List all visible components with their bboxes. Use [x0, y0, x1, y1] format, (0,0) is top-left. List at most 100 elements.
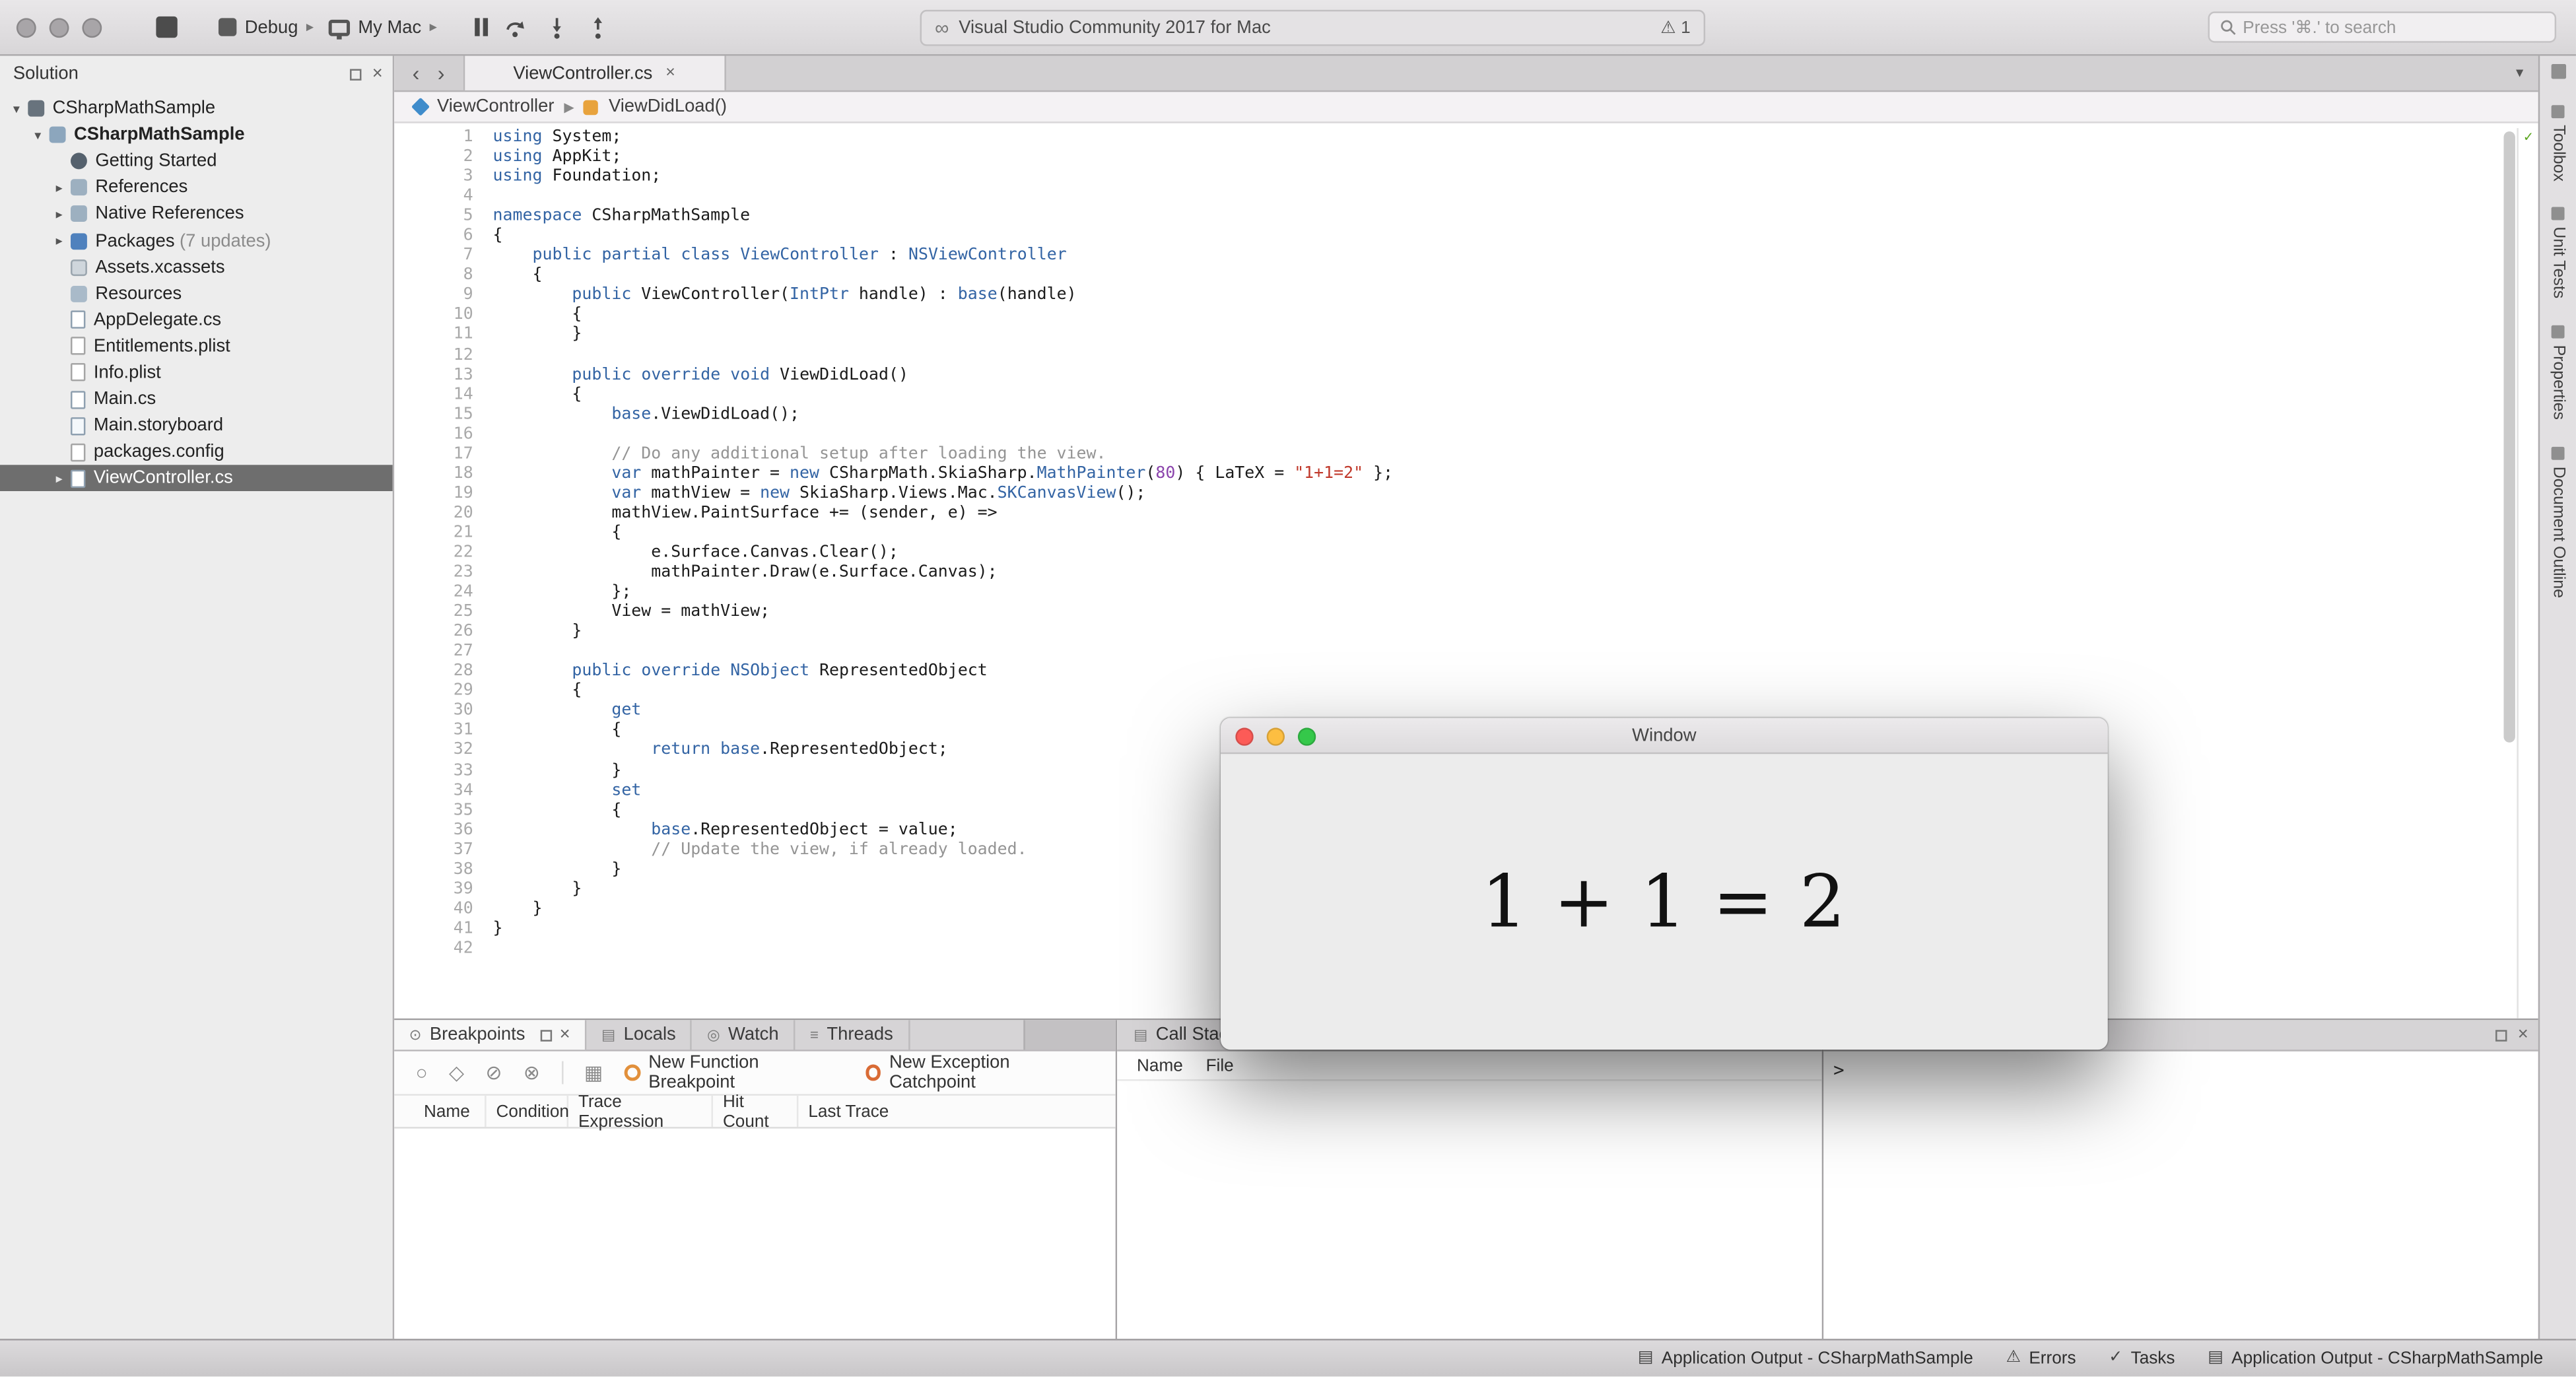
code-line[interactable]: // Do any additional setup after loading… [493, 445, 2502, 465]
tab-unit-tests[interactable]: Unit Tests [2549, 207, 2567, 299]
code-line[interactable]: { [493, 683, 2502, 702]
remove-breakpoint-icon[interactable]: ⊗ [524, 1063, 540, 1083]
code-line[interactable]: var mathView = new SkiaSharp.Views.Mac.S… [493, 485, 2502, 504]
breadcrumb-class[interactable]: ViewController [437, 97, 555, 117]
tree-item-appdelegate-cs[interactable]: AppDelegate.cs [0, 307, 393, 333]
pause-button[interactable] [475, 18, 489, 36]
close-icon[interactable]: × [372, 64, 383, 83]
code-line[interactable]: using Foundation; [493, 168, 2502, 187]
column-header[interactable]: Name [1137, 1056, 1206, 1075]
tab-watch[interactable]: ◎ Watch [693, 1020, 796, 1050]
tree-item-resources[interactable]: Resources [0, 281, 393, 307]
zoom-window-button[interactable] [1297, 727, 1316, 745]
code-line[interactable]: public override NSObject RepresentedObje… [493, 663, 2502, 683]
application-output-button[interactable]: ▤ Application Output - CSharpMathSample [1638, 1349, 1973, 1368]
code-line[interactable]: View = mathView; [493, 603, 2502, 623]
tree-item-csharpmathsample[interactable]: ▾ CSharpMathSample [0, 95, 393, 121]
tab-threads[interactable]: ≡ Threads [795, 1020, 910, 1050]
tree-item-viewcontroller-cs[interactable]: ▸ ViewController.cs [0, 465, 393, 492]
tab-breakpoints[interactable]: ⊙ Breakpoints × [394, 1020, 587, 1050]
navigate-back-button[interactable]: ‹ [413, 61, 420, 85]
search-input[interactable] [2243, 17, 2545, 37]
code-line[interactable]: mathPainter.Draw(e.Surface.Canvas); [493, 564, 2502, 584]
close-window-button[interactable] [16, 17, 36, 37]
new-function-breakpoint-button[interactable]: New Function Breakpoint [624, 1053, 843, 1092]
tasks-button[interactable]: ✓ Tasks [2109, 1349, 2175, 1368]
code-line[interactable]: e.Surface.Canvas.Clear(); [493, 544, 2502, 564]
gutter[interactable]: 1 2 3 4 5 6 7 8 9 10 11 12 13 14 15 16 17 18 19 20 21 22 23 24 2… [394, 128, 473, 1019]
disclosure-triangle-icon[interactable]: ▸ [50, 471, 69, 486]
code-line[interactable]: public partial class ViewController : NS… [493, 247, 2502, 267]
column-header[interactable]: Name [414, 1095, 487, 1127]
dock-pad-icon[interactable] [349, 68, 361, 80]
code-line[interactable]: { [493, 267, 2502, 286]
tab-properties[interactable]: Properties [2549, 325, 2567, 420]
editor-scrollbar[interactable] [2502, 128, 2517, 1019]
disclosure-triangle-icon[interactable]: ▾ [7, 101, 26, 116]
stop-button[interactable] [156, 16, 178, 38]
disclosure-triangle-icon[interactable]: ▾ [28, 127, 48, 142]
minimize-window-button[interactable] [49, 17, 69, 37]
edit-breakpoint-icon[interactable]: ◇ [449, 1063, 464, 1083]
code-line[interactable]: using System; [493, 128, 2502, 148]
column-header[interactable]: Last Trace [798, 1096, 916, 1127]
code-line[interactable]: } [493, 623, 2502, 643]
app-window-titlebar[interactable]: Window [1220, 718, 2108, 755]
code-line[interactable]: namespace CSharpMathSample [493, 207, 2502, 227]
code-line[interactable]: public override void ViewDidLoad() [493, 366, 2502, 386]
code-line[interactable]: { [493, 306, 2502, 326]
run-target-selector[interactable]: My Mac ▸ [328, 17, 437, 39]
dock-pad-icon[interactable] [2494, 1029, 2507, 1041]
code-line[interactable] [493, 346, 2502, 366]
pads-icon[interactable] [2550, 64, 2565, 79]
code-line[interactable]: } [493, 326, 2502, 346]
code-line[interactable]: }; [493, 584, 2502, 603]
minimize-window-button[interactable] [1266, 727, 1285, 745]
tree-item-main-storyboard[interactable]: Main.storyboard [0, 413, 393, 439]
close-icon[interactable]: × [2518, 1025, 2528, 1044]
tree-item-packages[interactable]: ▸ Packages (7 updates) [0, 228, 393, 254]
code-line[interactable] [493, 425, 2502, 445]
tab-locals[interactable]: ▤ Locals [587, 1020, 693, 1050]
tree-item-native-references[interactable]: ▸ Native References [0, 201, 393, 228]
app-window[interactable]: Window 1 + 1 = 2 [1220, 718, 2108, 1050]
code-line[interactable]: public ViewController(IntPtr handle) : b… [493, 286, 2502, 306]
tree-item-main-cs[interactable]: Main.cs [0, 386, 393, 413]
close-tab-icon[interactable]: × [665, 64, 675, 81]
warning-indicator[interactable]: ⚠ 1 [1660, 18, 1690, 38]
application-output-button[interactable]: ▤ Application Output - CSharpMathSample [2208, 1349, 2543, 1368]
code-line[interactable]: { [493, 524, 2502, 544]
columns-icon[interactable]: ▦ [584, 1063, 603, 1083]
code-line[interactable]: base.ViewDidLoad(); [493, 405, 2502, 425]
tree-item-references[interactable]: ▸ References [0, 174, 393, 201]
immediate-console[interactable]: > [1823, 1052, 2538, 1081]
column-header[interactable]: Trace Expression [568, 1092, 714, 1131]
scrollbar-thumb[interactable] [2503, 131, 2515, 743]
editor-tab-viewcontroller[interactable]: ViewController.cs × [462, 55, 726, 90]
column-header[interactable]: Condition [487, 1095, 569, 1127]
column-header[interactable]: Hit Count [713, 1092, 799, 1131]
dock-pad-icon[interactable] [539, 1029, 552, 1041]
disclosure-triangle-icon[interactable]: ▸ [50, 180, 69, 195]
code-line[interactable]: { [493, 386, 2502, 405]
close-window-button[interactable] [1235, 727, 1254, 745]
step-out-button[interactable] [585, 14, 611, 40]
new-breakpoint-icon[interactable]: ○ [416, 1063, 428, 1083]
tree-item-info-plist[interactable]: Info.plist [0, 360, 393, 386]
navigate-forward-button[interactable]: › [438, 61, 445, 85]
code-line[interactable] [493, 643, 2502, 663]
errors-button[interactable]: ⚠ Errors [2006, 1349, 2076, 1368]
breadcrumb-method[interactable]: ViewDidLoad() [609, 97, 727, 117]
code-line[interactable]: { [493, 227, 2502, 247]
breakpoints-list-empty[interactable] [394, 1129, 1115, 1339]
tab-toolbox[interactable]: Toolbox [2549, 105, 2567, 182]
tree-item-csharpmathsample[interactable]: ▾ CSharpMathSample [0, 121, 393, 148]
disclosure-triangle-icon[interactable]: ▸ [50, 207, 69, 221]
step-over-button[interactable] [502, 14, 529, 40]
code-line[interactable]: using AppKit; [493, 148, 2502, 168]
tab-list-dropdown[interactable]: ▾ [2501, 56, 2538, 90]
zoom-window-button[interactable] [82, 17, 102, 37]
close-icon[interactable]: × [560, 1025, 570, 1044]
new-exception-catchpoint-button[interactable]: New Exception Catchpoint [865, 1053, 1094, 1092]
tab-document-outline[interactable]: Document Outline [2549, 446, 2567, 597]
